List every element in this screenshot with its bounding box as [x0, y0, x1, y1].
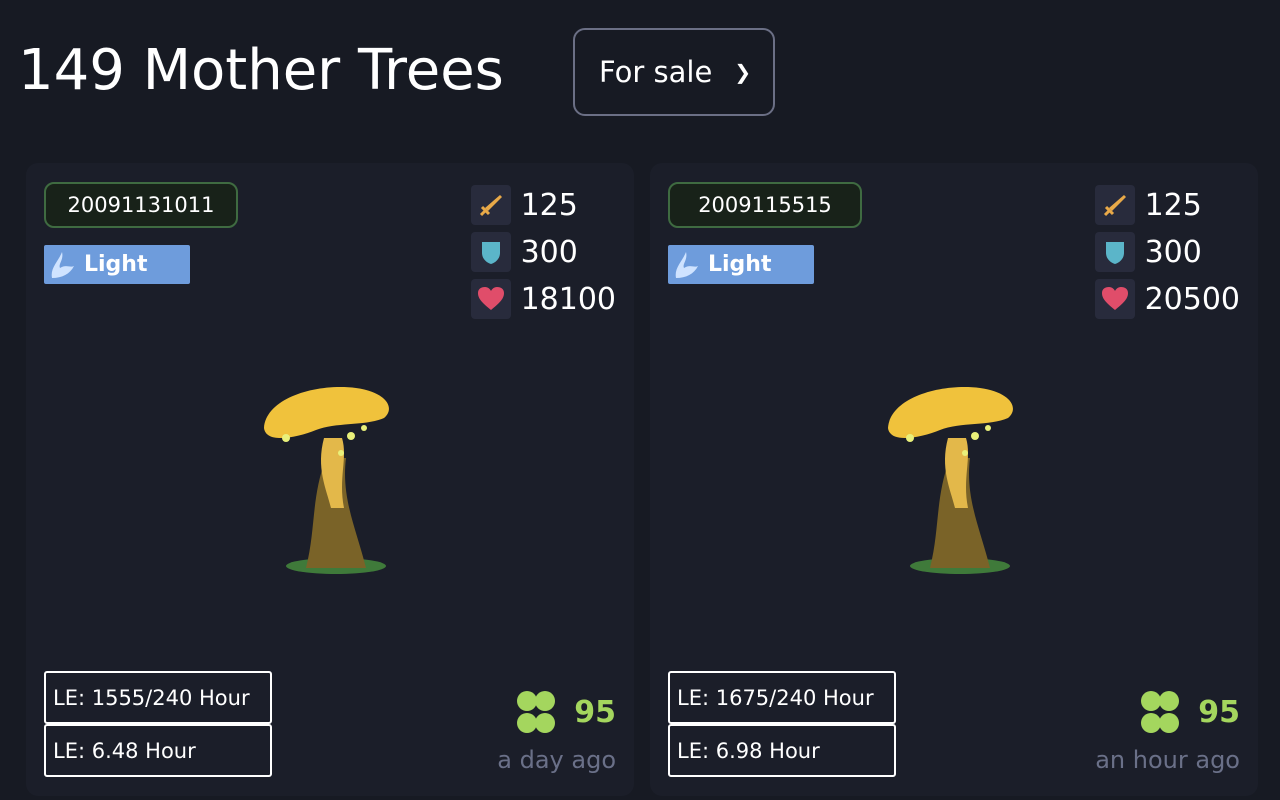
page-title: 149 Mother Trees: [18, 38, 504, 103]
listed-time: an hour ago: [1095, 746, 1240, 774]
le-total: LE: 1555/240 Hour: [44, 671, 272, 724]
shield-icon: [470, 232, 511, 272]
clover-icon: [1141, 691, 1180, 733]
tree-id: 2009115515: [668, 182, 862, 228]
mother-tree-image: [264, 387, 389, 574]
luck-stat: 95: [512, 688, 616, 736]
light-wing-icon: [675, 251, 698, 278]
attack-stat: 125: [470, 185, 616, 225]
tree-card[interactable]: 2009115515 Light 125 300 20500 LE: 1675/…: [650, 163, 1258, 796]
le-rate: LE: 6.48 Hour: [44, 724, 272, 777]
attack-stat: 125: [1094, 185, 1240, 225]
defense-stat: 300: [1094, 232, 1240, 272]
listed-time: a day ago: [497, 746, 616, 774]
chevron-down-icon: ❯: [734, 60, 752, 84]
heart-icon: [470, 279, 511, 319]
clover-icon: [517, 691, 556, 733]
tree-id: 20091131011: [44, 182, 238, 228]
sword-icon: [1094, 185, 1135, 225]
mother-tree-image: [888, 387, 1013, 574]
sale-filter-select[interactable]: For sale ❯: [573, 28, 775, 116]
element-badge: Light: [668, 245, 814, 284]
luck-stat: 95: [1136, 688, 1240, 736]
element-label: Light: [84, 252, 148, 277]
tree-card[interactable]: 20091131011 Light 125 300 18100 LE: 1555…: [26, 163, 634, 796]
le-rate: LE: 6.98 Hour: [668, 724, 896, 777]
filter-value: For sale: [599, 55, 713, 89]
sword-icon: [470, 185, 511, 225]
hp-stat: 20500: [1094, 279, 1240, 319]
hp-stat: 18100: [470, 279, 616, 319]
le-total: LE: 1675/240 Hour: [668, 671, 896, 724]
light-wing-icon: [51, 251, 74, 278]
defense-stat: 300: [470, 232, 616, 272]
element-label: Light: [708, 252, 772, 277]
heart-icon: [1094, 279, 1135, 319]
shield-icon: [1094, 232, 1135, 272]
element-badge: Light: [44, 245, 190, 284]
